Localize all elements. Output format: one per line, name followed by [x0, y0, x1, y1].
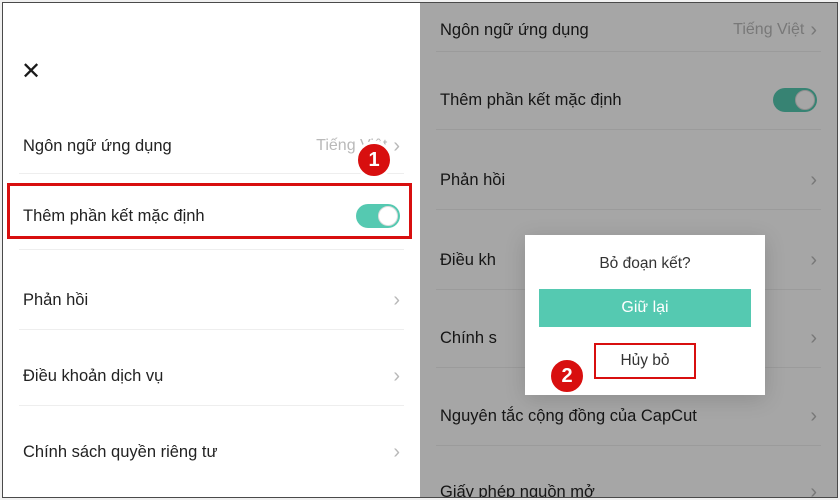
row-rhs	[356, 204, 400, 228]
toggle-knob	[378, 206, 398, 226]
row-rhs: ›	[810, 406, 817, 426]
chevron-right-icon: ›	[810, 250, 817, 270]
dialog-title: Bỏ đoạn kết?	[539, 255, 751, 273]
divider	[19, 249, 404, 250]
chevron-right-icon: ›	[810, 482, 817, 497]
row-label: Nguyên tắc cộng đồng của CapCut	[440, 407, 697, 426]
row-rhs: Tiếng Việt ›	[316, 136, 400, 156]
row-label: Thêm phần kết mặc định	[440, 91, 622, 110]
row-rhs: ›	[810, 482, 817, 497]
row-label: Chính sách quyền riêng tư	[23, 443, 218, 462]
divider	[436, 51, 821, 52]
toggle-knob	[795, 90, 815, 110]
row-label: Ngôn ngữ ứng dụng	[440, 21, 589, 40]
divider	[436, 209, 821, 210]
row-label: Phản hồi	[23, 291, 88, 310]
chevron-right-icon: ›	[393, 136, 400, 156]
row-rhs	[773, 88, 817, 112]
keep-button[interactable]: Giữ lại	[539, 289, 751, 327]
chevron-right-icon: ›	[810, 170, 817, 190]
row-terms[interactable]: Điều khoản dịch vụ ›	[3, 341, 420, 411]
language-value: Tiếng Việt	[733, 21, 804, 39]
chevron-right-icon: ›	[393, 442, 400, 462]
row-feedback[interactable]: Phản hồi ›	[3, 265, 420, 335]
row-rhs: ›	[393, 442, 400, 462]
dialog-cancel-wrap: Hủy bỏ	[539, 343, 751, 379]
settings-screen-left: ✕ Ngôn ngữ ứng dụng Tiếng Việt › Thêm ph…	[3, 3, 420, 497]
divider	[19, 405, 404, 406]
divider	[436, 129, 821, 130]
toggle-default-ending[interactable]	[773, 88, 817, 112]
divider	[19, 173, 404, 174]
row-label: Chính s	[440, 329, 497, 348]
divider	[436, 445, 821, 446]
row-language[interactable]: Ngôn ngữ ứng dụng Tiếng Việt ›	[420, 3, 837, 65]
toggle-default-ending[interactable]	[356, 204, 400, 228]
row-language[interactable]: Ngôn ngữ ứng dụng Tiếng Việt ›	[3, 111, 420, 181]
settings-screen-right: Ngôn ngữ ứng dụng Tiếng Việt › Thêm phần…	[420, 3, 837, 497]
row-label: Phản hồi	[440, 171, 505, 190]
row-label: Ngôn ngữ ứng dụng	[23, 137, 172, 156]
row-rhs: Tiếng Việt ›	[733, 20, 817, 40]
row-label: Giấy phép nguồn mở	[440, 483, 595, 498]
row-default-ending[interactable]: Thêm phần kết mặc định	[420, 65, 837, 135]
row-rhs: ›	[393, 290, 400, 310]
row-rhs: ›	[393, 366, 400, 386]
chevron-right-icon: ›	[810, 328, 817, 348]
confirm-dialog: Bỏ đoạn kết? Giữ lại Hủy bỏ	[525, 235, 765, 395]
row-label: Điều khoản dịch vụ	[23, 367, 163, 386]
row-rhs: ›	[810, 328, 817, 348]
row-privacy[interactable]: Chính sách quyền riêng tư ›	[3, 417, 420, 487]
cancel-button[interactable]: Hủy bỏ	[594, 343, 695, 379]
row-label: Điều kh	[440, 251, 496, 270]
divider	[19, 329, 404, 330]
row-label: Thêm phần kết mặc định	[23, 207, 205, 226]
chevron-right-icon: ›	[393, 366, 400, 386]
close-icon[interactable]: ✕	[21, 57, 41, 86]
row-open-source[interactable]: Giấy phép nguồn mở ›	[420, 457, 837, 497]
row-feedback[interactable]: Phản hồi ›	[420, 145, 837, 215]
language-value: Tiếng Việt	[316, 137, 387, 155]
chevron-right-icon: ›	[810, 406, 817, 426]
row-rhs: ›	[810, 250, 817, 270]
chevron-right-icon: ›	[393, 290, 400, 310]
chevron-right-icon: ›	[810, 20, 817, 40]
row-rhs: ›	[810, 170, 817, 190]
row-default-ending[interactable]: Thêm phần kết mặc định	[3, 181, 420, 251]
